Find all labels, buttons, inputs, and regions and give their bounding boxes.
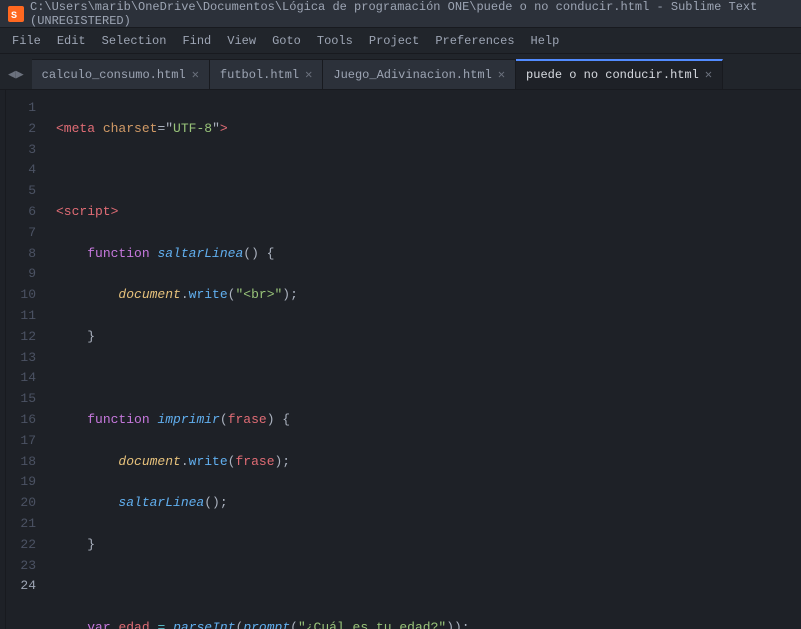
menu-preferences[interactable]: Preferences [427,32,522,50]
menu-goto[interactable]: Goto [264,32,309,50]
line-num-20: 20 [14,493,36,514]
tab-futbol[interactable]: futbol.html ✕ [210,59,323,89]
code-line-10: saltarLinea(); [56,493,801,514]
menu-find[interactable]: Find [174,32,219,50]
line-num-2: 2 [14,119,36,140]
tab-close-puede[interactable]: ✕ [705,69,712,81]
line-num-1: 1 [14,98,36,119]
line-num-24: 24 [14,576,36,597]
title-text: C:\Users\marib\OneDrive\Documentos\Lógic… [30,0,793,28]
title-bar: S C:\Users\marib\OneDrive\Documentos\Lóg… [0,0,801,28]
line-num-21: 21 [14,514,36,535]
editor: 1 2 3 4 5 6 7 8 9 10 11 12 13 14 15 16 1… [0,90,801,629]
line-num-14: 14 [14,368,36,389]
code-line-8: function imprimir(frase) { [56,410,801,431]
line-num-8: 8 [14,244,36,265]
line-numbers: 1 2 3 4 5 6 7 8 9 10 11 12 13 14 15 16 1… [6,90,48,629]
code-editor[interactable]: <meta charset="UTF-8"> <script> function… [48,90,801,629]
menu-tools[interactable]: Tools [309,32,361,50]
menu-view[interactable]: View [219,32,264,50]
line-num-15: 15 [14,389,36,410]
code-line-7 [56,368,801,389]
line-num-17: 17 [14,431,36,452]
line-num-13: 13 [14,348,36,369]
line-num-5: 5 [14,181,36,202]
line-num-19: 19 [14,472,36,493]
code-line-13: var edad = parseInt(prompt("¿Cuál es tu … [56,618,801,629]
tab-label: Juego_Adivinacion.html [333,68,491,82]
tab-close-futbol[interactable]: ✕ [305,69,312,81]
code-line-2 [56,160,801,181]
line-num-22: 22 [14,535,36,556]
code-line-12 [56,576,801,597]
menu-edit[interactable]: Edit [49,32,94,50]
line-num-10: 10 [14,285,36,306]
svg-text:S: S [11,11,17,22]
app-icon: S [8,6,24,22]
tab-close-calculo[interactable]: ✕ [192,69,199,81]
menu-file[interactable]: File [4,32,49,50]
menu-selection[interactable]: Selection [94,32,175,50]
line-num-12: 12 [14,327,36,348]
menu-bar: File Edit Selection Find View Goto Tools… [0,28,801,54]
code-line-1: <meta charset="UTF-8"> [56,119,801,140]
line-num-9: 9 [14,264,36,285]
line-num-23: 23 [14,556,36,577]
code-line-3: <script> [56,202,801,223]
code-line-6: } [56,327,801,348]
tab-bar: ◀▶ calculo_consumo.html ✕ futbol.html ✕ … [0,54,801,90]
line-num-18: 18 [14,452,36,473]
line-num-3: 3 [14,140,36,161]
line-num-6: 6 [14,202,36,223]
tab-label: futbol.html [220,68,299,82]
line-num-11: 11 [14,306,36,327]
tab-label: puede o no conducir.html [526,68,699,82]
code-line-5: document.write("<br>"); [56,285,801,306]
tab-puede[interactable]: puede o no conducir.html ✕ [516,59,723,89]
tab-calculo[interactable]: calculo_consumo.html ✕ [32,59,210,89]
code-line-9: document.write(frase); [56,452,801,473]
tab-juego[interactable]: Juego_Adivinacion.html ✕ [323,59,516,89]
line-num-16: 16 [14,410,36,431]
code-line-11: } [56,535,801,556]
tab-label: calculo_consumo.html [42,68,186,82]
code-line-4: function saltarLinea() { [56,244,801,265]
menu-project[interactable]: Project [361,32,427,50]
menu-help[interactable]: Help [523,32,568,50]
tab-nav-button[interactable]: ◀▶ [0,59,32,89]
tab-close-juego[interactable]: ✕ [498,69,505,81]
line-num-7: 7 [14,223,36,244]
line-num-4: 4 [14,160,36,181]
